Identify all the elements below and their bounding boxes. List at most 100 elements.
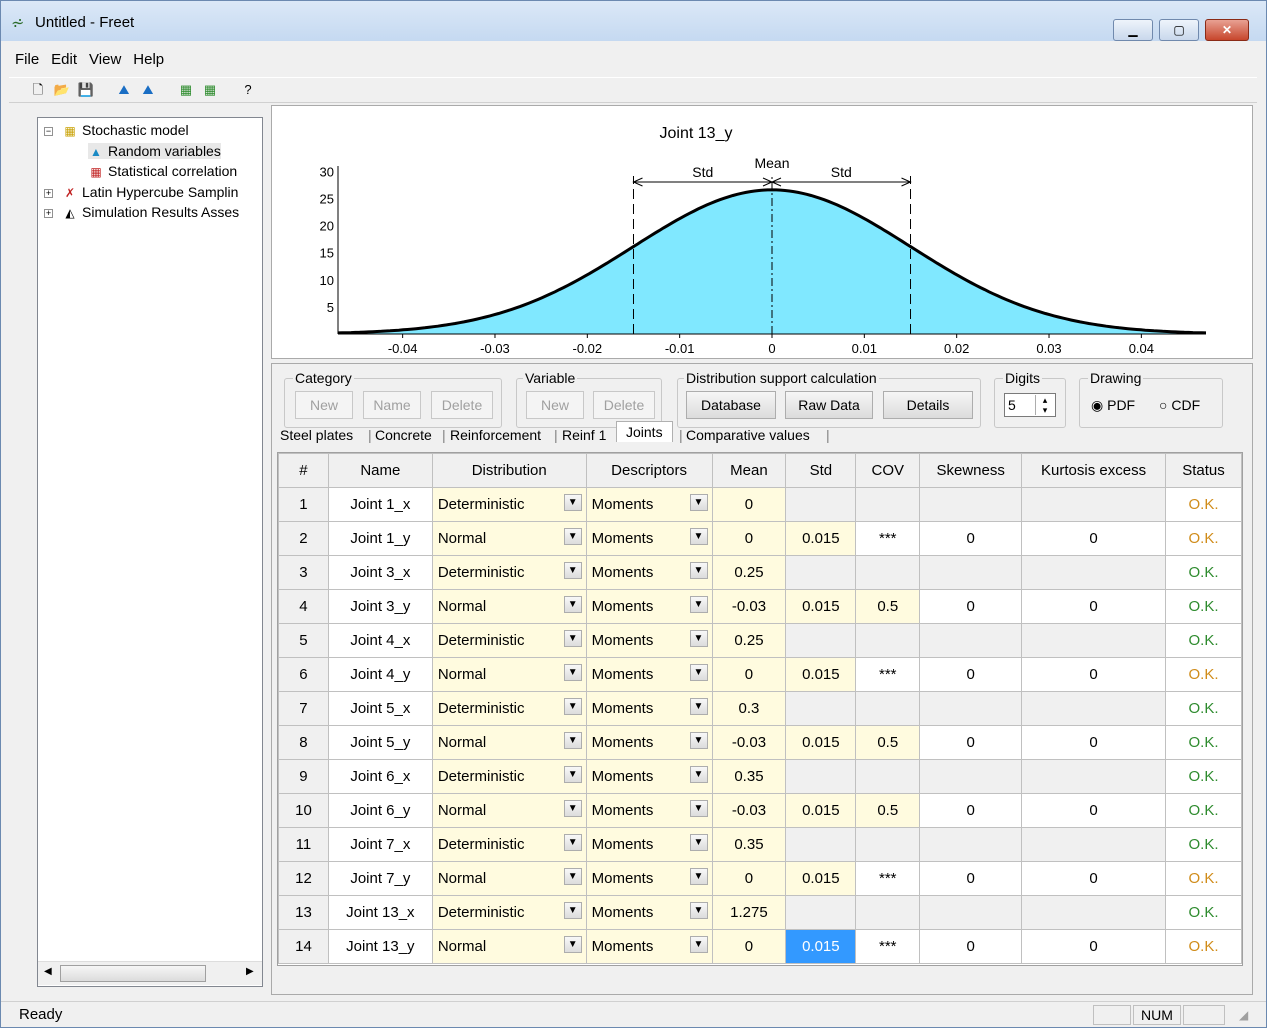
- table-cell[interactable]: 0: [1021, 725, 1166, 760]
- table-cell[interactable]: [785, 827, 857, 862]
- tab-concrete[interactable]: Concrete: [375, 427, 432, 443]
- table-cell[interactable]: ***: [855, 521, 921, 556]
- table-cell[interactable]: 0.015: [785, 861, 857, 896]
- tab-reinf-1[interactable]: Reinf 1: [562, 427, 606, 443]
- table-cell[interactable]: Joint 4_y: [327, 657, 433, 692]
- table-cell[interactable]: Normal ▼: [431, 861, 587, 896]
- dropdown-arrow-icon[interactable]: ▼: [689, 732, 708, 749]
- table-cell[interactable]: [785, 691, 857, 726]
- dropdown-arrow-icon[interactable]: ▼: [563, 902, 582, 919]
- table-row[interactable]: 6 Joint 4_y Normal ▼ Moments ▼ 0 0.015 *** 0 0 O.K.: [278, 657, 1242, 692]
- table-cell[interactable]: [919, 555, 1023, 590]
- dropdown-arrow-icon[interactable]: ▼: [689, 868, 708, 885]
- table-cell[interactable]: Joint 13_y: [327, 929, 433, 964]
- column-header[interactable]: Skewness: [919, 453, 1023, 488]
- table-row[interactable]: 7 Joint 5_x Deterministic ▼ Moments ▼ 0.3 O.K.: [278, 691, 1242, 726]
- table-cell[interactable]: [1021, 623, 1166, 658]
- table-row[interactable]: 14 Joint 13_y Normal ▼ Moments ▼ 0 0.015 *** 0 0 O.…: [278, 929, 1242, 964]
- table-row[interactable]: 8 Joint 5_y Normal ▼ Moments ▼ -0.03 0.015 0.5 0 0…: [278, 725, 1242, 760]
- close-button[interactable]: ✕: [1205, 19, 1249, 41]
- column-header[interactable]: Kurtosis excess: [1021, 453, 1166, 488]
- dropdown-arrow-icon[interactable]: ▼: [563, 732, 582, 749]
- scroll-left-icon[interactable]: ◀: [44, 966, 52, 977]
- table-cell[interactable]: 0.015: [785, 589, 857, 624]
- expand-icon[interactable]: +: [44, 209, 53, 218]
- table-cell[interactable]: ***: [855, 657, 921, 692]
- table-cell[interactable]: Moments ▼: [585, 657, 713, 692]
- table-row[interactable]: 1 Joint 1_x Deterministic ▼ Moments ▼ 0 O.K.: [278, 487, 1242, 522]
- table-cell[interactable]: [919, 487, 1023, 522]
- table-cell[interactable]: Joint 6_x: [327, 759, 433, 794]
- table-cell[interactable]: [785, 555, 857, 590]
- table-cell[interactable]: [919, 623, 1023, 658]
- table-row[interactable]: 9 Joint 6_x Deterministic ▼ Moments ▼ 0.35 O.K.: [278, 759, 1242, 794]
- table-cell[interactable]: Moments ▼: [585, 759, 713, 794]
- table-cell[interactable]: Joint 7_x: [327, 827, 433, 862]
- table-cell[interactable]: Moments ▼: [585, 589, 713, 624]
- column-header[interactable]: Name: [327, 453, 433, 488]
- table-cell[interactable]: 0.35: [711, 759, 787, 794]
- chart2-icon[interactable]: ⛰: [137, 80, 159, 100]
- table-cell[interactable]: Normal ▼: [431, 657, 587, 692]
- column-header[interactable]: Mean: [711, 453, 787, 488]
- table-cell[interactable]: Deterministic ▼: [431, 555, 587, 590]
- dropdown-arrow-icon[interactable]: ▼: [689, 494, 708, 511]
- dropdown-arrow-icon[interactable]: ▼: [563, 494, 582, 511]
- table-cell[interactable]: 0: [1021, 929, 1166, 964]
- table-cell[interactable]: Joint 6_y: [327, 793, 433, 828]
- column-header[interactable]: Distribution: [431, 453, 587, 488]
- table-cell[interactable]: 0: [919, 793, 1023, 828]
- dropdown-arrow-icon[interactable]: ▼: [563, 766, 582, 783]
- dropdown-arrow-icon[interactable]: ▼: [689, 562, 708, 579]
- dropdown-arrow-icon[interactable]: ▼: [563, 562, 582, 579]
- table-cell[interactable]: [785, 759, 857, 794]
- dropdown-arrow-icon[interactable]: ▼: [563, 936, 582, 953]
- digits-spinner[interactable]: 5 ▴ ▾: [1004, 393, 1056, 417]
- menu-edit[interactable]: Edit: [45, 49, 83, 71]
- table-cell[interactable]: [1021, 759, 1166, 794]
- table-cell[interactable]: 0: [919, 861, 1023, 896]
- table-cell[interactable]: [855, 895, 921, 930]
- table-cell[interactable]: [855, 691, 921, 726]
- tree-item-statistical-correlation[interactable]: ▦ Statistical correlation: [88, 163, 237, 179]
- table-row[interactable]: 2 Joint 1_y Normal ▼ Moments ▼ 0 0.015 *** 0 0 O.K.: [278, 521, 1242, 556]
- dropdown-arrow-icon[interactable]: ▼: [563, 664, 582, 681]
- table-cell[interactable]: -0.03: [711, 793, 787, 828]
- table-cell[interactable]: ***: [855, 929, 921, 964]
- column-header[interactable]: COV: [855, 453, 921, 488]
- table-cell[interactable]: 0.3: [711, 691, 787, 726]
- dropdown-arrow-icon[interactable]: ▼: [689, 936, 708, 953]
- table-cell[interactable]: Moments ▼: [585, 861, 713, 896]
- table-cell[interactable]: 0.5: [855, 725, 921, 760]
- tab-comparative-values[interactable]: Comparative values: [686, 427, 810, 443]
- cdf-radio[interactable]: ○ CDF: [1159, 397, 1200, 413]
- category-name-button[interactable]: Name: [363, 391, 421, 419]
- dropdown-arrow-icon[interactable]: ▼: [689, 902, 708, 919]
- table-cell[interactable]: [1021, 827, 1166, 862]
- table-cell[interactable]: 0: [711, 929, 787, 964]
- tab-joints[interactable]: Joints: [616, 421, 673, 442]
- details-button[interactable]: Details: [883, 391, 973, 419]
- dropdown-arrow-icon[interactable]: ▼: [689, 664, 708, 681]
- table-cell[interactable]: 0.5: [855, 793, 921, 828]
- expand-icon[interactable]: +: [44, 189, 53, 198]
- tree-item-simulation-results[interactable]: ◭ Simulation Results Asses: [62, 204, 239, 220]
- table-cell[interactable]: Moments ▼: [585, 895, 713, 930]
- column-header[interactable]: Std: [785, 453, 857, 488]
- table-cell[interactable]: [919, 691, 1023, 726]
- table-cell[interactable]: Moments ▼: [585, 555, 713, 590]
- dropdown-arrow-icon[interactable]: ▼: [689, 698, 708, 715]
- table-cell[interactable]: 0: [711, 487, 787, 522]
- table-cell[interactable]: Deterministic ▼: [431, 487, 587, 522]
- table-cell[interactable]: Joint 4_x: [327, 623, 433, 658]
- table-row[interactable]: 13 Joint 13_x Deterministic ▼ Moments ▼ 1.275 O…: [278, 895, 1242, 930]
- new-icon[interactable]: 🗋: [27, 80, 49, 100]
- table-cell[interactable]: [1021, 487, 1166, 522]
- table-cell[interactable]: 0: [919, 521, 1023, 556]
- table-cell[interactable]: [919, 827, 1023, 862]
- table-cell[interactable]: 0.25: [711, 623, 787, 658]
- table-cell[interactable]: Normal ▼: [431, 589, 587, 624]
- dropdown-arrow-icon[interactable]: ▼: [689, 766, 708, 783]
- table-row[interactable]: 3 Joint 3_x Deterministic ▼ Moments ▼ 0.25 O.K.: [278, 555, 1242, 590]
- table-cell[interactable]: [855, 623, 921, 658]
